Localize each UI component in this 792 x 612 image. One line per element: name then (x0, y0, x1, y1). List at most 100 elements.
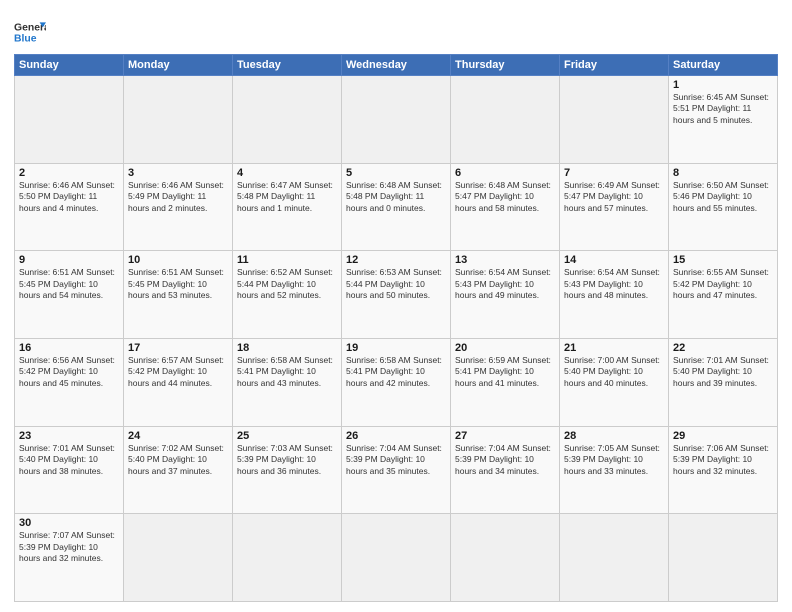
calendar-cell: 7Sunrise: 6:49 AM Sunset: 5:47 PM Daylig… (560, 163, 669, 251)
week-row-4: 23Sunrise: 7:01 AM Sunset: 5:40 PM Dayli… (15, 426, 778, 514)
calendar-cell (669, 514, 778, 602)
calendar-cell (233, 76, 342, 164)
calendar-cell: 1Sunrise: 6:45 AM Sunset: 5:51 PM Daylig… (669, 76, 778, 164)
calendar-cell: 4Sunrise: 6:47 AM Sunset: 5:48 PM Daylig… (233, 163, 342, 251)
day-number: 18 (237, 342, 337, 354)
week-row-0: 1Sunrise: 6:45 AM Sunset: 5:51 PM Daylig… (15, 76, 778, 164)
calendar-cell: 10Sunrise: 6:51 AM Sunset: 5:45 PM Dayli… (124, 251, 233, 339)
day-number: 7 (564, 167, 664, 179)
calendar-cell (342, 514, 451, 602)
day-number: 3 (128, 167, 228, 179)
calendar-cell: 6Sunrise: 6:48 AM Sunset: 5:47 PM Daylig… (451, 163, 560, 251)
calendar-cell (560, 514, 669, 602)
day-info: Sunrise: 6:58 AM Sunset: 5:41 PM Dayligh… (237, 355, 337, 389)
day-number: 28 (564, 430, 664, 442)
day-info: Sunrise: 6:46 AM Sunset: 5:50 PM Dayligh… (19, 180, 119, 214)
calendar-cell: 5Sunrise: 6:48 AM Sunset: 5:48 PM Daylig… (342, 163, 451, 251)
calendar-cell: 25Sunrise: 7:03 AM Sunset: 5:39 PM Dayli… (233, 426, 342, 514)
day-info: Sunrise: 7:04 AM Sunset: 5:39 PM Dayligh… (455, 443, 555, 477)
day-number: 6 (455, 167, 555, 179)
calendar-cell: 30Sunrise: 7:07 AM Sunset: 5:39 PM Dayli… (15, 514, 124, 602)
calendar-cell (15, 76, 124, 164)
calendar-cell: 20Sunrise: 6:59 AM Sunset: 5:41 PM Dayli… (451, 338, 560, 426)
day-info: Sunrise: 7:06 AM Sunset: 5:39 PM Dayligh… (673, 443, 773, 477)
day-number: 5 (346, 167, 446, 179)
day-info: Sunrise: 6:52 AM Sunset: 5:44 PM Dayligh… (237, 267, 337, 301)
calendar-cell: 16Sunrise: 6:56 AM Sunset: 5:42 PM Dayli… (15, 338, 124, 426)
weekday-header-friday: Friday (560, 55, 669, 76)
calendar-table: SundayMondayTuesdayWednesdayThursdayFrid… (14, 54, 778, 602)
day-number: 2 (19, 167, 119, 179)
calendar-cell (342, 76, 451, 164)
day-number: 12 (346, 254, 446, 266)
day-number: 22 (673, 342, 773, 354)
calendar-cell: 24Sunrise: 7:02 AM Sunset: 5:40 PM Dayli… (124, 426, 233, 514)
calendar-cell: 22Sunrise: 7:01 AM Sunset: 5:40 PM Dayli… (669, 338, 778, 426)
day-number: 16 (19, 342, 119, 354)
calendar-cell (451, 76, 560, 164)
day-number: 20 (455, 342, 555, 354)
day-number: 9 (19, 254, 119, 266)
calendar-cell (124, 514, 233, 602)
day-number: 27 (455, 430, 555, 442)
week-row-1: 2Sunrise: 6:46 AM Sunset: 5:50 PM Daylig… (15, 163, 778, 251)
day-number: 21 (564, 342, 664, 354)
calendar-cell: 11Sunrise: 6:52 AM Sunset: 5:44 PM Dayli… (233, 251, 342, 339)
day-number: 30 (19, 517, 119, 529)
day-number: 15 (673, 254, 773, 266)
day-info: Sunrise: 7:00 AM Sunset: 5:40 PM Dayligh… (564, 355, 664, 389)
day-info: Sunrise: 7:05 AM Sunset: 5:39 PM Dayligh… (564, 443, 664, 477)
day-info: Sunrise: 6:59 AM Sunset: 5:41 PM Dayligh… (455, 355, 555, 389)
day-number: 10 (128, 254, 228, 266)
day-info: Sunrise: 6:56 AM Sunset: 5:42 PM Dayligh… (19, 355, 119, 389)
day-info: Sunrise: 6:55 AM Sunset: 5:42 PM Dayligh… (673, 267, 773, 301)
day-number: 11 (237, 254, 337, 266)
day-info: Sunrise: 6:58 AM Sunset: 5:41 PM Dayligh… (346, 355, 446, 389)
day-info: Sunrise: 6:51 AM Sunset: 5:45 PM Dayligh… (19, 267, 119, 301)
day-number: 13 (455, 254, 555, 266)
day-info: Sunrise: 6:51 AM Sunset: 5:45 PM Dayligh… (128, 267, 228, 301)
calendar-cell: 18Sunrise: 6:58 AM Sunset: 5:41 PM Dayli… (233, 338, 342, 426)
calendar-cell (233, 514, 342, 602)
day-number: 19 (346, 342, 446, 354)
page: General Blue SundayMondayTuesdayWednesda… (0, 0, 792, 612)
day-number: 14 (564, 254, 664, 266)
header: General Blue (14, 12, 778, 48)
day-info: Sunrise: 7:07 AM Sunset: 5:39 PM Dayligh… (19, 530, 119, 564)
day-info: Sunrise: 6:48 AM Sunset: 5:48 PM Dayligh… (346, 180, 446, 214)
weekday-header-thursday: Thursday (451, 55, 560, 76)
calendar-cell (560, 76, 669, 164)
calendar-cell: 3Sunrise: 6:46 AM Sunset: 5:49 PM Daylig… (124, 163, 233, 251)
day-number: 4 (237, 167, 337, 179)
calendar-cell: 21Sunrise: 7:00 AM Sunset: 5:40 PM Dayli… (560, 338, 669, 426)
day-info: Sunrise: 6:57 AM Sunset: 5:42 PM Dayligh… (128, 355, 228, 389)
calendar-cell (124, 76, 233, 164)
day-number: 25 (237, 430, 337, 442)
weekday-header-wednesday: Wednesday (342, 55, 451, 76)
calendar-cell: 15Sunrise: 6:55 AM Sunset: 5:42 PM Dayli… (669, 251, 778, 339)
svg-text:Blue: Blue (14, 34, 37, 45)
calendar-cell: 23Sunrise: 7:01 AM Sunset: 5:40 PM Dayli… (15, 426, 124, 514)
day-info: Sunrise: 6:53 AM Sunset: 5:44 PM Dayligh… (346, 267, 446, 301)
day-info: Sunrise: 6:49 AM Sunset: 5:47 PM Dayligh… (564, 180, 664, 214)
calendar-cell: 27Sunrise: 7:04 AM Sunset: 5:39 PM Dayli… (451, 426, 560, 514)
week-row-3: 16Sunrise: 6:56 AM Sunset: 5:42 PM Dayli… (15, 338, 778, 426)
calendar-cell: 14Sunrise: 6:54 AM Sunset: 5:43 PM Dayli… (560, 251, 669, 339)
weekday-header-tuesday: Tuesday (233, 55, 342, 76)
weekday-header-sunday: Sunday (15, 55, 124, 76)
general-blue-logo-icon: General Blue (14, 16, 46, 48)
day-info: Sunrise: 7:03 AM Sunset: 5:39 PM Dayligh… (237, 443, 337, 477)
calendar-cell (451, 514, 560, 602)
logo: General Blue (14, 16, 46, 48)
day-number: 24 (128, 430, 228, 442)
day-number: 26 (346, 430, 446, 442)
day-info: Sunrise: 6:54 AM Sunset: 5:43 PM Dayligh… (564, 267, 664, 301)
calendar-cell: 12Sunrise: 6:53 AM Sunset: 5:44 PM Dayli… (342, 251, 451, 339)
day-info: Sunrise: 6:54 AM Sunset: 5:43 PM Dayligh… (455, 267, 555, 301)
day-info: Sunrise: 6:48 AM Sunset: 5:47 PM Dayligh… (455, 180, 555, 214)
weekday-header-row: SundayMondayTuesdayWednesdayThursdayFrid… (15, 55, 778, 76)
day-info: Sunrise: 7:04 AM Sunset: 5:39 PM Dayligh… (346, 443, 446, 477)
day-info: Sunrise: 6:47 AM Sunset: 5:48 PM Dayligh… (237, 180, 337, 214)
calendar-cell: 13Sunrise: 6:54 AM Sunset: 5:43 PM Dayli… (451, 251, 560, 339)
calendar-cell: 2Sunrise: 6:46 AM Sunset: 5:50 PM Daylig… (15, 163, 124, 251)
